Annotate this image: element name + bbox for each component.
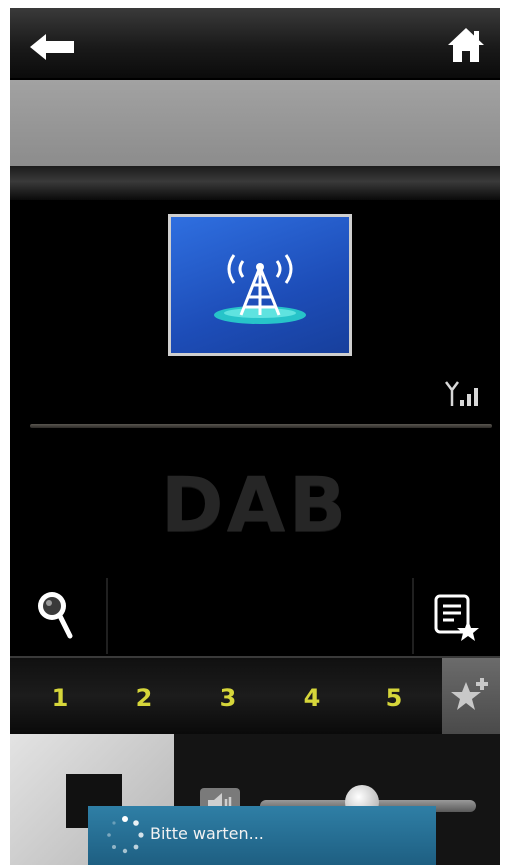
- loading-toast: Bitte warten...: [88, 806, 436, 865]
- loading-spinner-icon: [107, 816, 144, 854]
- tool-separator: [106, 578, 108, 654]
- preset-button-2[interactable]: 2: [102, 658, 186, 734]
- arrow-left-icon[interactable]: [28, 32, 76, 62]
- star-add-icon: [451, 678, 488, 710]
- station-logo: [168, 214, 352, 356]
- tool-row: [10, 578, 500, 654]
- header-divider: [10, 166, 500, 200]
- preset-button-1[interactable]: 1: [18, 658, 102, 734]
- tool-separator: [412, 578, 414, 654]
- favorites-list-icon[interactable]: [434, 592, 480, 642]
- source-label: DAB: [160, 460, 350, 549]
- loading-message: Bitte warten...: [150, 824, 264, 843]
- signal-strength-icon: [445, 381, 478, 406]
- preset-row: 1 2 3 4 5: [10, 656, 500, 734]
- app-screen: DAB 1 2 3 4 5 Bitte warten...: [10, 8, 500, 865]
- top-bar: [10, 8, 500, 78]
- content-divider: [30, 424, 492, 428]
- preset-button-3[interactable]: 3: [186, 658, 270, 734]
- station-info-bar: [10, 80, 500, 166]
- radio-tower-icon: [214, 254, 306, 324]
- preset-button-5[interactable]: 5: [352, 658, 436, 734]
- home-icon[interactable]: [446, 26, 486, 64]
- add-preset-button[interactable]: [442, 658, 500, 734]
- search-icon[interactable]: [30, 586, 80, 642]
- preset-button-4[interactable]: 4: [270, 658, 354, 734]
